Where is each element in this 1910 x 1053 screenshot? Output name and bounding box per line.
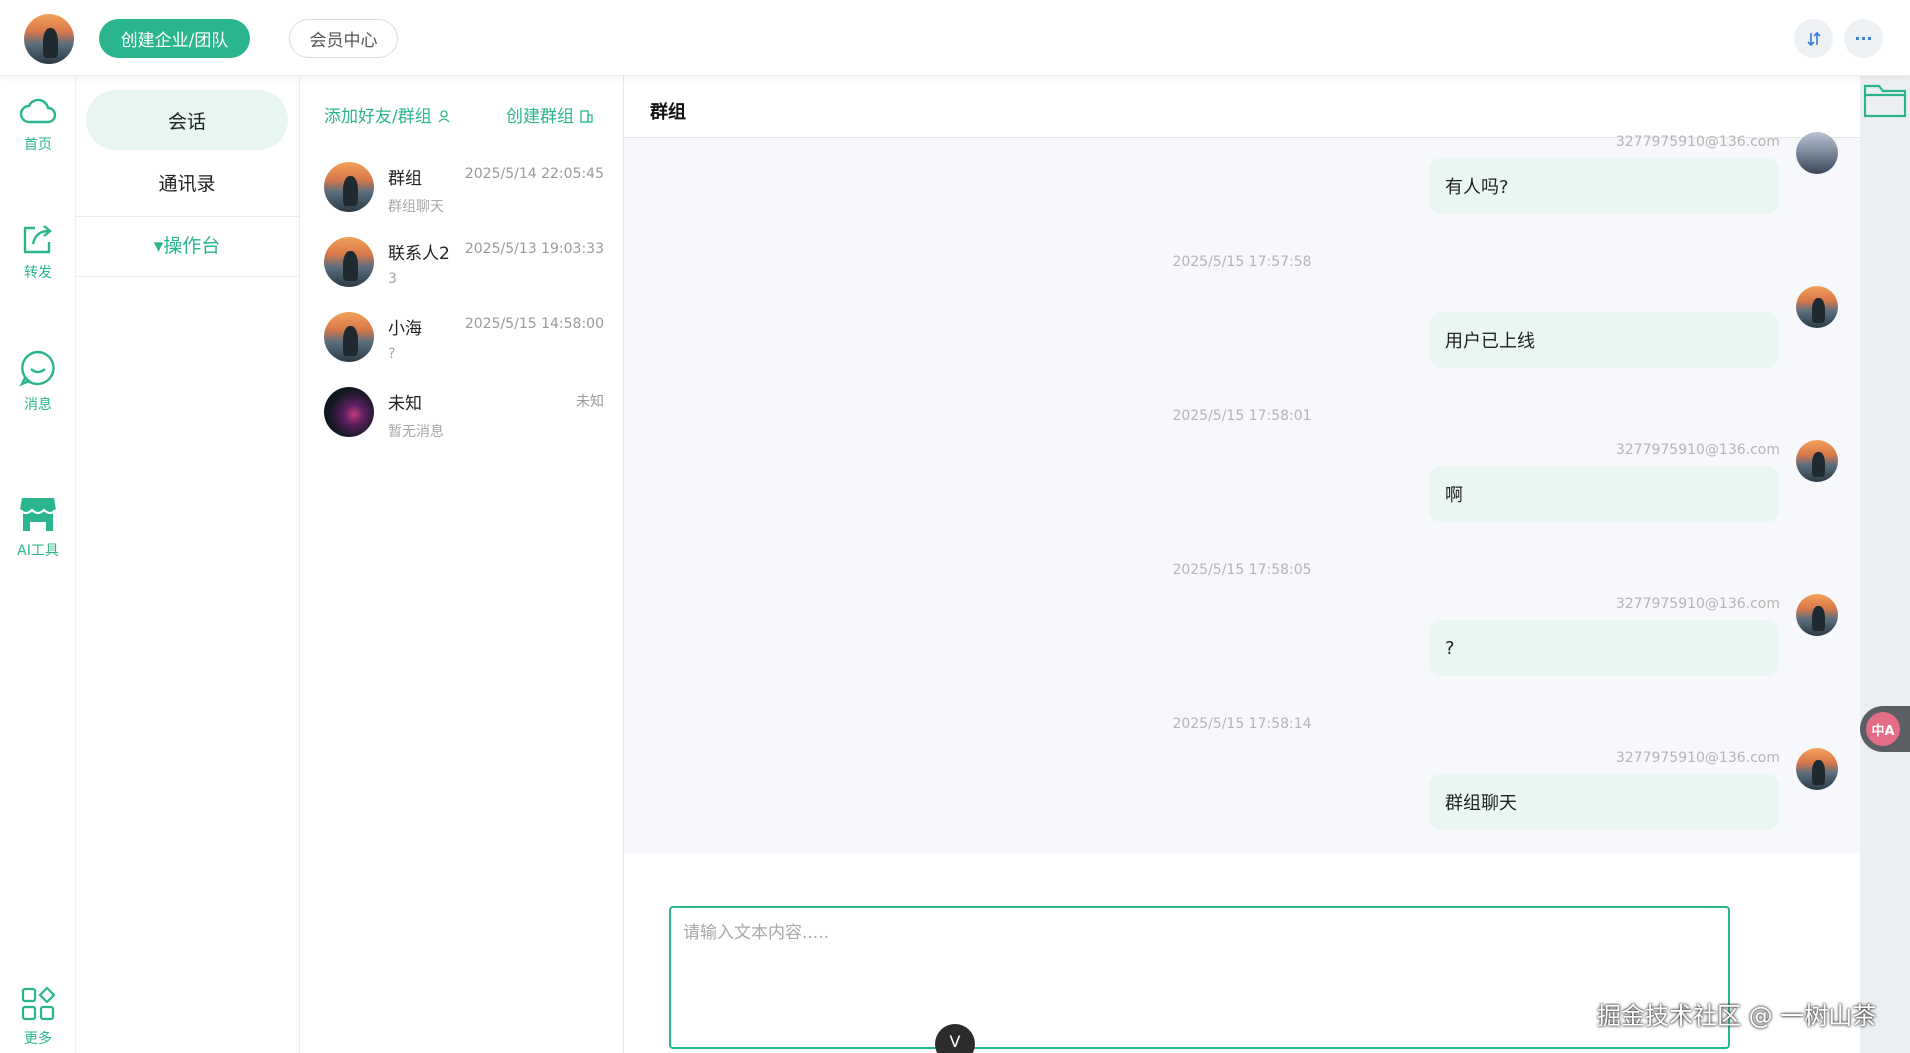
- store-icon: [19, 498, 57, 531]
- message-sender: 3277975910@136.com: [1615, 134, 1780, 150]
- conversation-preview: 群组聊天: [388, 199, 444, 215]
- rail-label-forward: 转发: [24, 265, 52, 281]
- message-icon: [19, 350, 55, 387]
- folder-icon[interactable]: [1862, 80, 1908, 120]
- avatar: [1796, 132, 1838, 174]
- avatar: [324, 237, 374, 287]
- message-bubble: 有人吗?: [1429, 158, 1779, 214]
- add-friend-group-button[interactable]: 添加好友/群组: [324, 102, 451, 127]
- cloud-icon: [19, 98, 57, 124]
- message-bubble: 啊: [1429, 466, 1779, 522]
- rail-label-messages: 消息: [24, 397, 52, 413]
- rail-label-ai-tools: AI工具: [17, 543, 59, 559]
- rail-item-ai-tools[interactable]: AI工具: [0, 494, 76, 560]
- rail-label-more: 更多: [24, 1031, 52, 1047]
- right-toolbar: [1860, 76, 1910, 1053]
- message-timestamp: 2025/5/15 17:58:05: [1172, 562, 1312, 578]
- avatar: [1796, 440, 1838, 482]
- rail-item-forward[interactable]: 转发: [0, 222, 76, 282]
- more-options-button[interactable]: ···: [1844, 19, 1883, 58]
- message-timestamp: 2025/5/15 17:58:01: [1172, 408, 1312, 424]
- conversation-name: 小海: [388, 319, 422, 339]
- create-group-label: 创建群组: [506, 107, 574, 127]
- rail-label-home: 首页: [24, 137, 52, 153]
- translate-icon: 中A: [1866, 712, 1900, 746]
- rail-item-messages[interactable]: 消息: [0, 348, 76, 414]
- message-sender: 3277975910@136.com: [1615, 596, 1780, 612]
- conversation-preview: 暂无消息: [388, 424, 444, 440]
- left-rail: 首页 转发 消息 AI工具 更多: [0, 76, 76, 1053]
- message-timestamp: 2025/5/15 17:58:14: [1172, 716, 1312, 732]
- sort-button[interactable]: [1794, 19, 1833, 58]
- share-icon: [23, 225, 52, 254]
- message-sender: 3277975910@136.com: [1615, 750, 1780, 766]
- conversation-item[interactable]: 未知 未知 暂无消息: [324, 387, 604, 447]
- conversation-preview: 3: [388, 271, 397, 287]
- chat-header: 群组: [624, 76, 1860, 138]
- rail-item-more[interactable]: 更多: [0, 986, 76, 1048]
- sub-nav: 会话 通讯录 ▾操作台: [76, 76, 300, 1053]
- create-group-button[interactable]: 创建群组: [506, 102, 594, 127]
- conversation-item[interactable]: 小海 2025/5/15 14:58:00 ?: [324, 312, 604, 372]
- conversation-list: 添加好友/群组 创建群组 群组 2025/5/14 22:05:45 群组聊天 …: [300, 76, 624, 1053]
- avatar: [1796, 286, 1838, 328]
- message-bubble: ?: [1429, 620, 1779, 676]
- grid-icon: [21, 986, 56, 1021]
- message-input[interactable]: [669, 906, 1730, 1049]
- conversation-item[interactable]: 联系人2 2025/5/13 19:03:33 3: [324, 237, 604, 297]
- watermark: 掘金技术社区 @ 一树山茶: [1597, 1002, 1877, 1030]
- conversation-name: 群组: [388, 169, 422, 189]
- member-center-button[interactable]: 会员中心: [289, 19, 398, 58]
- message-bubble: 用户已上线: [1429, 312, 1779, 368]
- message-bubble: 群组聊天: [1429, 774, 1779, 830]
- subnav-item-sessions[interactable]: 会话: [86, 90, 288, 150]
- top-bar: 创建企业/团队 会员中心 ···: [0, 0, 1910, 76]
- avatar: [324, 312, 374, 362]
- add-friend-group-label: 添加好友/群组: [324, 107, 432, 127]
- translate-button[interactable]: 中A: [1860, 706, 1910, 752]
- conversation-preview: ?: [388, 346, 396, 362]
- user-avatar[interactable]: [24, 14, 74, 64]
- subnav-item-console[interactable]: ▾操作台: [86, 214, 288, 274]
- sort-icon: [1806, 31, 1821, 46]
- message-sender: 3277975910@136.com: [1615, 442, 1780, 458]
- conversation-time: 2025/5/13 19:03:33: [464, 241, 604, 257]
- conversation-item[interactable]: 群组 2025/5/14 22:05:45 群组聊天: [324, 162, 604, 222]
- avatar: [324, 162, 374, 212]
- rail-item-home[interactable]: 首页: [0, 94, 76, 154]
- conversation-time: 2025/5/15 14:58:00: [464, 316, 604, 332]
- message-timestamp: 2025/5/15 17:57:58: [1172, 254, 1312, 270]
- building-icon: [580, 110, 594, 123]
- user-icon: [438, 110, 450, 123]
- subnav-divider: [76, 276, 300, 277]
- subnav-item-contacts[interactable]: 通讯录: [86, 152, 288, 212]
- avatar: [1796, 594, 1838, 636]
- chat-title: 群组: [650, 102, 686, 123]
- conversation-name: 联系人2: [388, 244, 450, 264]
- conversation-time: 未知: [576, 394, 604, 410]
- create-team-button[interactable]: 创建企业/团队: [99, 19, 250, 58]
- avatar: [1796, 748, 1838, 790]
- conversation-name: 未知: [388, 394, 422, 414]
- conversation-time: 2025/5/14 22:05:45: [464, 166, 604, 182]
- avatar: [324, 387, 374, 437]
